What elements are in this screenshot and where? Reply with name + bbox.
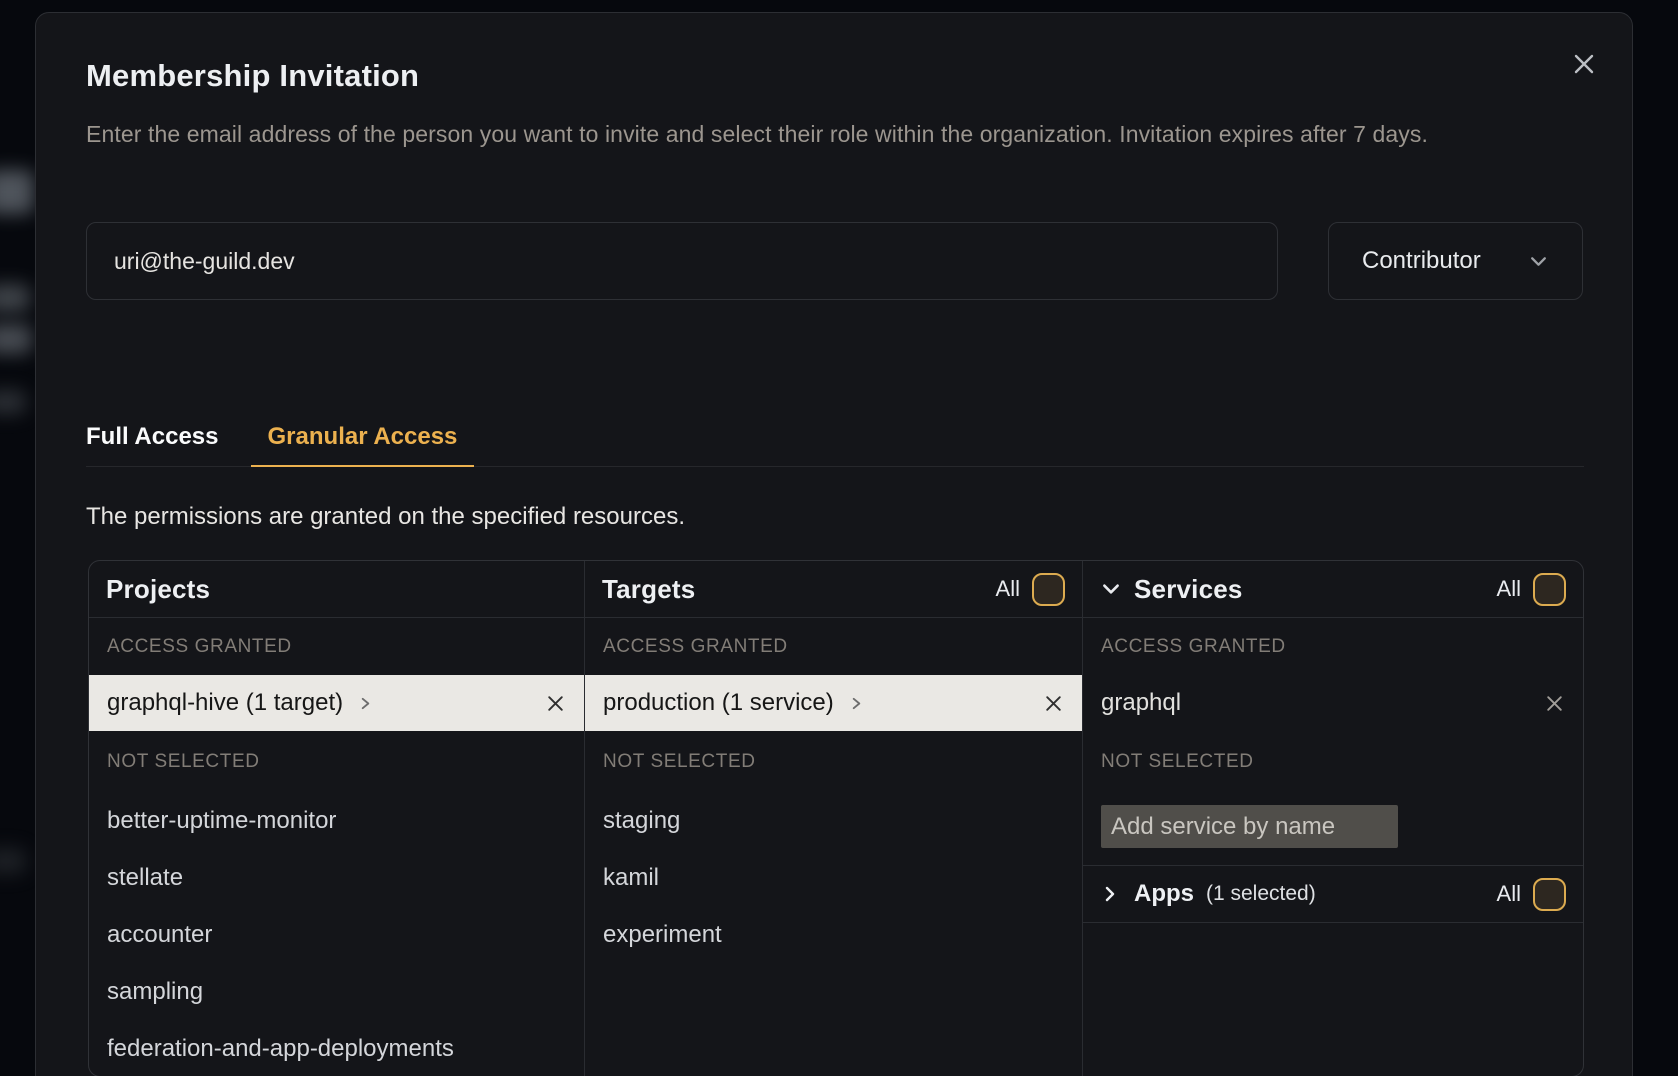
target-item[interactable]: kamil <box>585 849 1082 906</box>
chevron-right-icon <box>358 696 373 711</box>
close-button[interactable] <box>1570 50 1598 78</box>
all-targets-label: All <box>996 576 1020 602</box>
add-service-area <box>1083 792 1583 865</box>
permissions-note: The permissions are granted on the speci… <box>86 503 685 531</box>
not-selected-label: NOT SELECTED <box>89 731 584 792</box>
tab-granular-access[interactable]: Granular Access <box>251 421 475 466</box>
role-select-value: Contributor <box>1362 247 1481 275</box>
access-granted-label: ACCESS GRANTED <box>1083 618 1583 675</box>
granted-target-row[interactable]: production (1 service) <box>585 675 1082 731</box>
projects-header-title: Projects <box>106 574 210 605</box>
dialog-description: Enter the email address of the person yo… <box>86 115 1586 153</box>
apps-selected-count: (1 selected) <box>1206 882 1316 906</box>
chevron-right-icon <box>849 696 864 711</box>
granted-project-name: graphql-hive (1 target) <box>107 689 343 717</box>
membership-invitation-dialog: Membership Invitation Enter the email ad… <box>35 12 1633 1076</box>
all-targets-checkbox[interactable] <box>1032 573 1065 606</box>
remove-project-button[interactable] <box>545 693 566 714</box>
all-services-label: All <box>1497 576 1521 602</box>
targets-column: Targets All ACCESS GRANTED production (1… <box>585 561 1083 1076</box>
remove-target-button[interactable] <box>1043 693 1064 714</box>
background-artifact <box>0 170 34 214</box>
background-artifact <box>0 324 32 354</box>
granted-target-name: production (1 service) <box>603 689 834 717</box>
tab-full-access[interactable]: Full Access <box>86 421 219 466</box>
projects-header: Projects <box>89 561 584 618</box>
close-icon <box>1544 693 1565 714</box>
apps-section-title: Apps <box>1134 880 1194 908</box>
targets-header: Targets All <box>585 561 1082 618</box>
close-icon <box>545 693 566 714</box>
project-item[interactable]: better-uptime-monitor <box>89 792 584 849</box>
all-apps-label: All <box>1497 881 1521 907</box>
chevron-down-icon <box>1528 251 1549 272</box>
background-artifact <box>0 390 26 414</box>
role-select[interactable]: Contributor <box>1328 222 1583 300</box>
apps-section-row[interactable]: Apps (1 selected) All <box>1083 865 1583 923</box>
not-selected-label: NOT SELECTED <box>585 731 1082 792</box>
email-input[interactable] <box>86 222 1278 300</box>
granted-service-row: graphql <box>1083 675 1583 731</box>
services-column: Services All ACCESS GRANTED graphql NOT … <box>1083 561 1583 1076</box>
access-granted-label: ACCESS GRANTED <box>585 618 1082 675</box>
services-header[interactable]: Services All <box>1083 561 1583 618</box>
chevron-right-icon <box>1100 884 1120 904</box>
close-icon <box>1043 693 1064 714</box>
background-artifact <box>0 284 30 312</box>
targets-header-title: Targets <box>602 574 695 605</box>
project-item[interactable]: sampling <box>89 963 584 1020</box>
remove-service-button[interactable] <box>1544 693 1565 714</box>
services-header-title: Services <box>1134 574 1243 605</box>
chevron-down-icon <box>1100 578 1122 600</box>
project-item[interactable]: accounter <box>89 906 584 963</box>
projects-column: Projects ACCESS GRANTED graphql-hive (1 … <box>89 561 585 1076</box>
granted-project-row[interactable]: graphql-hive (1 target) <box>89 675 584 731</box>
background-artifact <box>0 848 26 874</box>
not-selected-label: NOT SELECTED <box>1083 731 1583 792</box>
add-service-input[interactable] <box>1101 805 1398 848</box>
project-item[interactable]: stellate <box>89 849 584 906</box>
resource-picker: Projects ACCESS GRANTED graphql-hive (1 … <box>88 560 1584 1076</box>
access-tabs: Full Access Granular Access <box>86 421 1584 467</box>
close-icon <box>1571 51 1597 77</box>
all-apps-checkbox[interactable] <box>1533 878 1566 911</box>
target-item[interactable]: staging <box>585 792 1082 849</box>
dialog-title: Membership Invitation <box>86 57 419 95</box>
all-services-checkbox[interactable] <box>1533 573 1566 606</box>
project-item[interactable]: federation-and-app-deployments <box>89 1020 584 1076</box>
granted-service-name: graphql <box>1101 689 1181 717</box>
access-granted-label: ACCESS GRANTED <box>89 618 584 675</box>
target-item[interactable]: experiment <box>585 906 1082 963</box>
